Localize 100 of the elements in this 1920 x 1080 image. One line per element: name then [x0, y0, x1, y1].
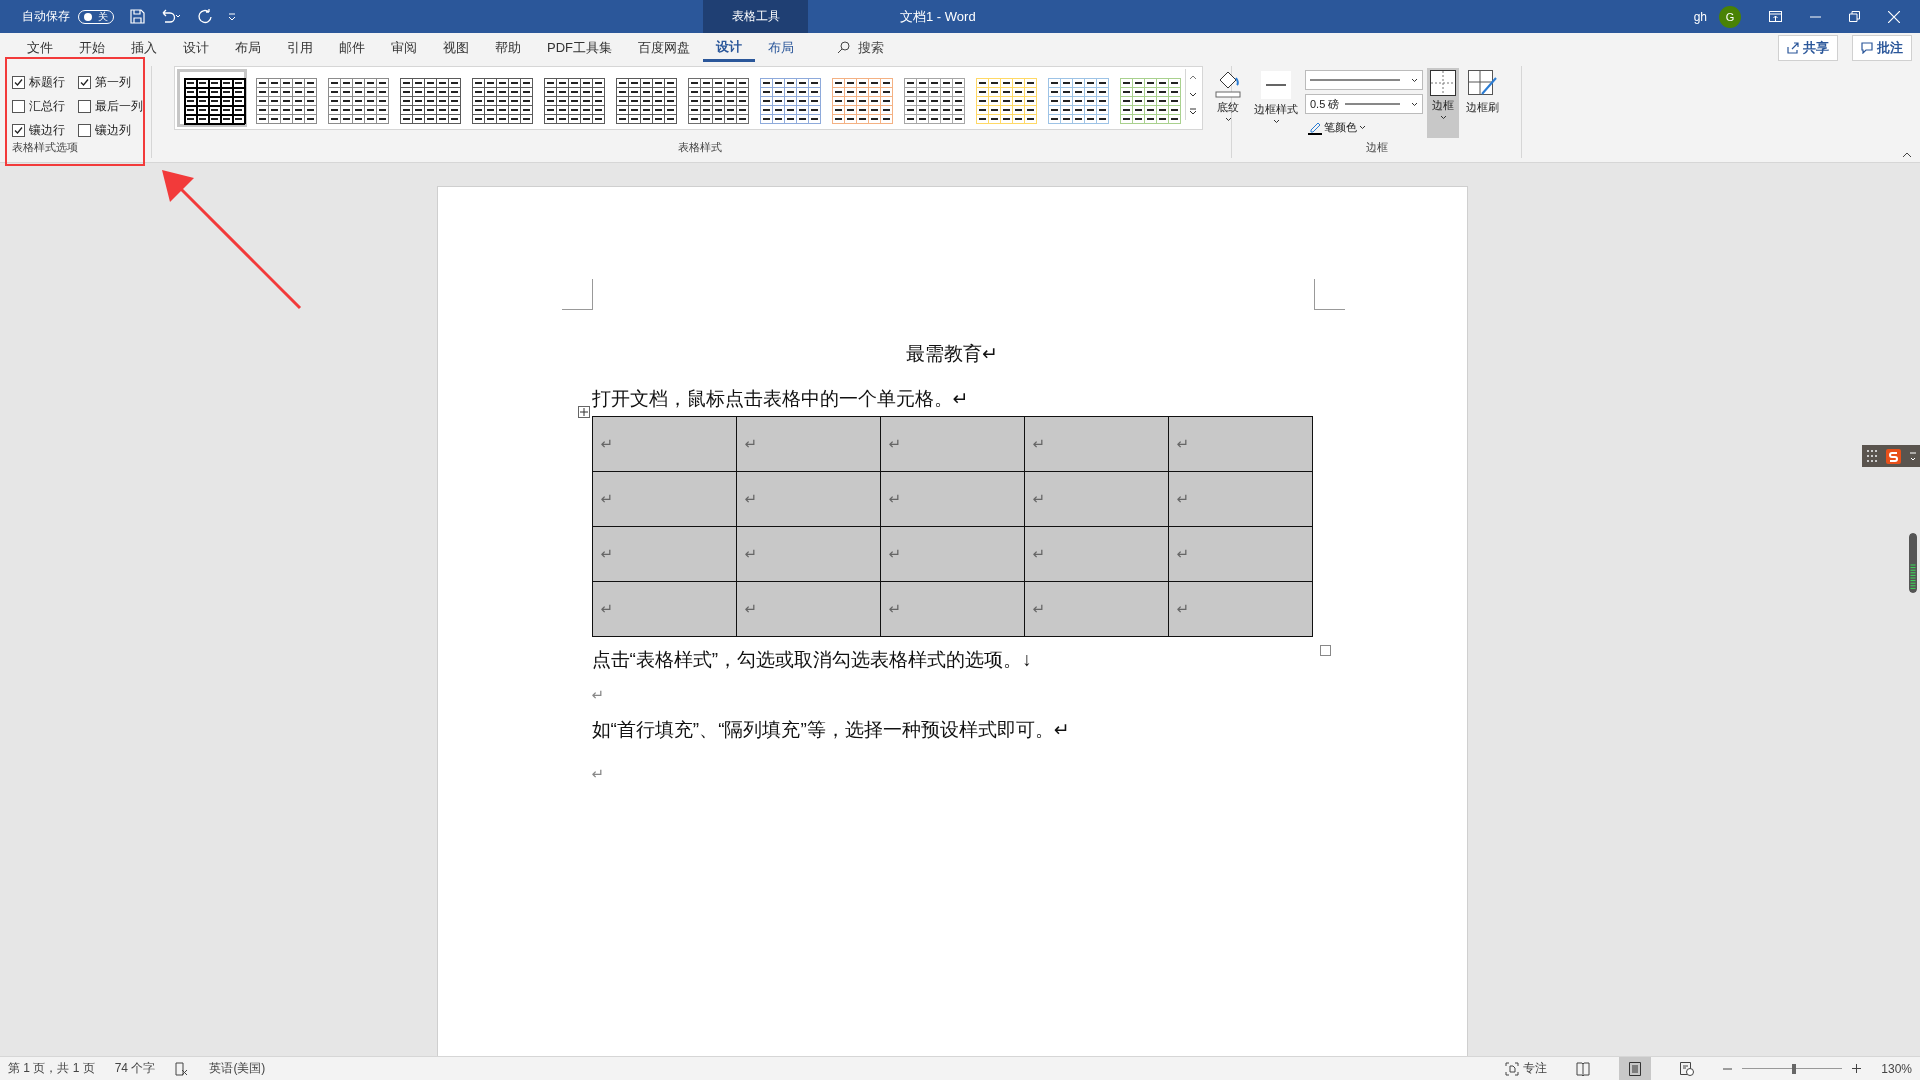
line-style-dropdown[interactable]	[1305, 70, 1423, 90]
caret-icon	[1272, 119, 1280, 124]
ribbon-tab[interactable]: PDF工具集	[534, 33, 625, 62]
crop-mark	[1313, 279, 1345, 310]
scroll-down-icon[interactable]	[1189, 92, 1197, 97]
web-page-icon	[1680, 1061, 1695, 1076]
collapse-ribbon-icon[interactable]	[1902, 152, 1912, 158]
caret-icon	[1224, 117, 1232, 122]
level-indicator-icon	[1909, 533, 1917, 593]
border-styles-button[interactable]: 边框样式	[1251, 68, 1301, 126]
minimize-icon[interactable]	[1810, 15, 1821, 18]
group-label: 边框	[1365, 140, 1388, 155]
zoom-level[interactable]: 130%	[1881, 1061, 1912, 1076]
border-painter-button[interactable]: 边框刷	[1463, 68, 1502, 117]
user-avatar[interactable]: G	[1719, 5, 1741, 28]
table-move-handle-icon[interactable]	[577, 406, 590, 418]
group-label: 表格样式	[677, 140, 722, 155]
zoom-in-icon[interactable]	[1852, 1064, 1862, 1073]
redo-icon[interactable]	[197, 8, 213, 25]
checkbox[interactable]	[12, 124, 25, 137]
restore-icon[interactable]	[1849, 11, 1860, 22]
checkbox-label[interactable]: 标题行	[29, 74, 65, 91]
menu-icon[interactable]	[1909, 451, 1916, 461]
focus-icon	[1505, 1061, 1520, 1076]
ribbon-tab[interactable]: 设计	[170, 33, 222, 62]
ribbon-tab[interactable]: 文件	[14, 33, 66, 62]
share-icon	[1787, 41, 1799, 54]
zoom-slider-thumb[interactable]	[1792, 1063, 1797, 1074]
autosave-label: 自动保存	[22, 8, 70, 25]
line-sample-icon	[1310, 78, 1400, 82]
shading-button[interactable]: 底纹	[1211, 66, 1245, 124]
search-icon	[837, 41, 850, 54]
ribbon-tab[interactable]: 邮件	[326, 33, 378, 62]
scroll-up-icon[interactable]	[1189, 75, 1197, 80]
line-weight-dropdown[interactable]: 0.5 磅	[1305, 94, 1423, 114]
checkbox[interactable]	[78, 100, 91, 113]
ribbon-tab[interactable]: 开始	[66, 33, 118, 62]
line-style-icon	[1260, 70, 1292, 100]
paragraph: 打开文档，鼠标点击表格中的一个单元格。↵	[591, 386, 969, 411]
expand-gallery-icon[interactable]	[1189, 108, 1197, 115]
checkbox[interactable]	[12, 76, 25, 89]
checkmark-icon	[14, 78, 23, 87]
pen-color-button[interactable]: 笔颜色	[1305, 118, 1423, 137]
save-icon[interactable]	[130, 9, 145, 24]
checkbox[interactable]	[12, 100, 25, 113]
caret-icon	[1411, 77, 1418, 83]
paragraph-mark: ↵	[591, 684, 605, 705]
ribbon-tab[interactable]: 布局	[222, 33, 274, 62]
close-icon[interactable]	[1888, 10, 1900, 23]
checkmark-icon	[80, 78, 89, 87]
caret-icon	[1439, 115, 1447, 120]
checkbox[interactable]	[78, 124, 91, 137]
ribbon-tab[interactable]: 帮助	[482, 33, 534, 62]
ribbon-tab[interactable]: 百度网盘	[625, 33, 703, 62]
checkbox-label[interactable]: 汇总行	[29, 98, 65, 115]
line-sample-icon	[1345, 102, 1401, 106]
window-title: 文档1 - Word	[900, 8, 976, 26]
book-icon	[1576, 1061, 1591, 1076]
search-field[interactable]: 搜索	[837, 38, 884, 57]
customize-icon[interactable]	[227, 11, 237, 22]
table-resize-handle-icon[interactable]	[1319, 645, 1331, 656]
page-icon	[1629, 1061, 1642, 1076]
checkbox[interactable]	[78, 76, 91, 89]
crop-mark	[561, 279, 593, 310]
table-style-option[interactable]	[177, 69, 247, 127]
proofing-icon[interactable]	[175, 1061, 190, 1076]
paragraph: 点击“表格样式”，勾选或取消勾选表格样式的选项。↓	[591, 648, 1032, 673]
input-method-toolbar[interactable]	[1862, 445, 1920, 467]
border-painter-icon	[1467, 70, 1498, 98]
caret-icon	[1411, 101, 1418, 107]
focus-button[interactable]: 专注	[1505, 1060, 1548, 1077]
grip-icon[interactable]	[1866, 450, 1877, 462]
borders-icon	[1430, 70, 1456, 96]
checkbox-label[interactable]: 镶边行	[29, 122, 65, 139]
checkbox-label[interactable]: 第一列	[95, 74, 131, 91]
caret-icon	[1359, 125, 1366, 130]
ribbon-tab[interactable]: 插入	[118, 33, 170, 62]
print-layout-button[interactable]	[1619, 1057, 1652, 1080]
ribbon-tab[interactable]: 视图	[430, 33, 482, 62]
ribbon-display-icon[interactable]	[1769, 11, 1782, 22]
borders-button[interactable]: 边框	[1427, 68, 1459, 138]
user-name: gh	[1693, 9, 1707, 24]
pen-icon	[1308, 120, 1322, 135]
zoom-slider[interactable]	[1742, 1062, 1843, 1075]
checkbox-label[interactable]: 镶边列	[95, 122, 131, 139]
paragraph: 如“首行填充”、“隔列填充”等，选择一种预设样式即可。↵	[591, 717, 1070, 742]
ribbon-tab[interactable]: 引用	[274, 33, 326, 62]
ribbon-tab[interactable]: 布局	[755, 33, 807, 62]
comments-button[interactable]: 批注	[1852, 34, 1912, 61]
share-button[interactable]: 共享	[1778, 34, 1838, 61]
paragraph-mark: ↵	[591, 764, 605, 785]
group-label: 表格样式选项	[12, 140, 78, 155]
checkmark-icon	[14, 126, 23, 135]
page-count[interactable]: 第 1 页，共 1 页	[8, 1060, 95, 1077]
checkbox-label[interactable]: 最后一列	[95, 98, 143, 115]
language-label[interactable]: 英语(美国)	[209, 1060, 266, 1077]
ribbon-tab[interactable]: 审阅	[378, 33, 430, 62]
context-tab-label: 表格工具	[731, 8, 780, 25]
word-count[interactable]: 74 个字	[114, 1060, 156, 1077]
ime-logo-icon[interactable]	[1885, 448, 1901, 464]
